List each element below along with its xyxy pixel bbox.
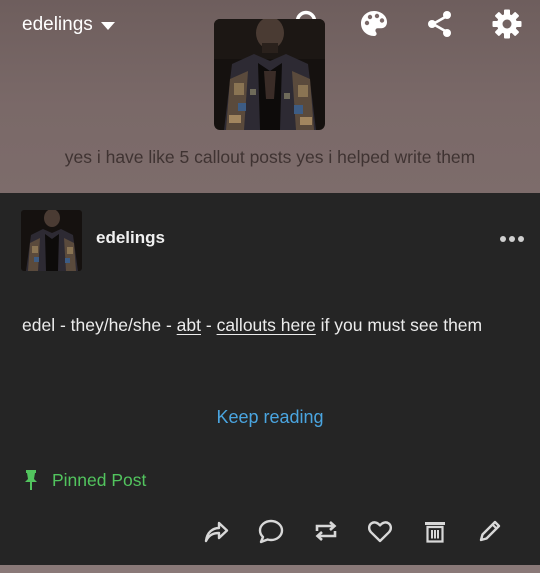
- post-author-avatar[interactable]: [21, 210, 82, 271]
- reply-icon[interactable]: [257, 517, 285, 545]
- blog-name: edelings: [22, 14, 93, 35]
- post-action-bar: [0, 517, 540, 547]
- keep-reading-link[interactable]: Keep reading: [0, 407, 540, 428]
- pinned-post-indicator: Pinned Post: [22, 469, 146, 491]
- chevron-down-icon: [100, 22, 115, 30]
- pin-icon: [22, 469, 40, 491]
- post-body-text: edel - they/he/she - abt - callouts here…: [22, 311, 502, 339]
- pinned-post-card: edelings edel - they/he/she - abt - call…: [0, 193, 540, 565]
- share-icon[interactable]: [202, 517, 230, 545]
- delete-icon[interactable]: [421, 517, 449, 545]
- post-body-separator: -: [201, 315, 217, 335]
- blog-header: edelings yes i have like 5 callout posts…: [0, 0, 540, 193]
- edit-icon[interactable]: [476, 517, 504, 545]
- callouts-link[interactable]: callouts here: [217, 315, 316, 335]
- next-post-edge: [0, 565, 540, 573]
- like-icon[interactable]: [366, 517, 394, 545]
- blog-avatar[interactable]: [214, 19, 325, 130]
- post-author-name[interactable]: edelings: [96, 228, 165, 248]
- pinned-post-label: Pinned Post: [52, 469, 147, 490]
- post-body-suffix: if you must see them: [315, 315, 483, 335]
- post-body-prefix: edel - they/he/she -: [22, 315, 177, 335]
- blog-description: yes i have like 5 callout posts yes i he…: [64, 147, 476, 167]
- palette-icon[interactable]: [358, 8, 390, 40]
- more-options-icon[interactable]: [500, 235, 524, 243]
- share-icon[interactable]: [424, 8, 456, 40]
- blog-switcher[interactable]: edelings: [22, 14, 115, 36]
- reblog-icon[interactable]: [312, 517, 340, 545]
- gear-icon[interactable]: [491, 8, 523, 40]
- abt-link[interactable]: abt: [177, 315, 201, 335]
